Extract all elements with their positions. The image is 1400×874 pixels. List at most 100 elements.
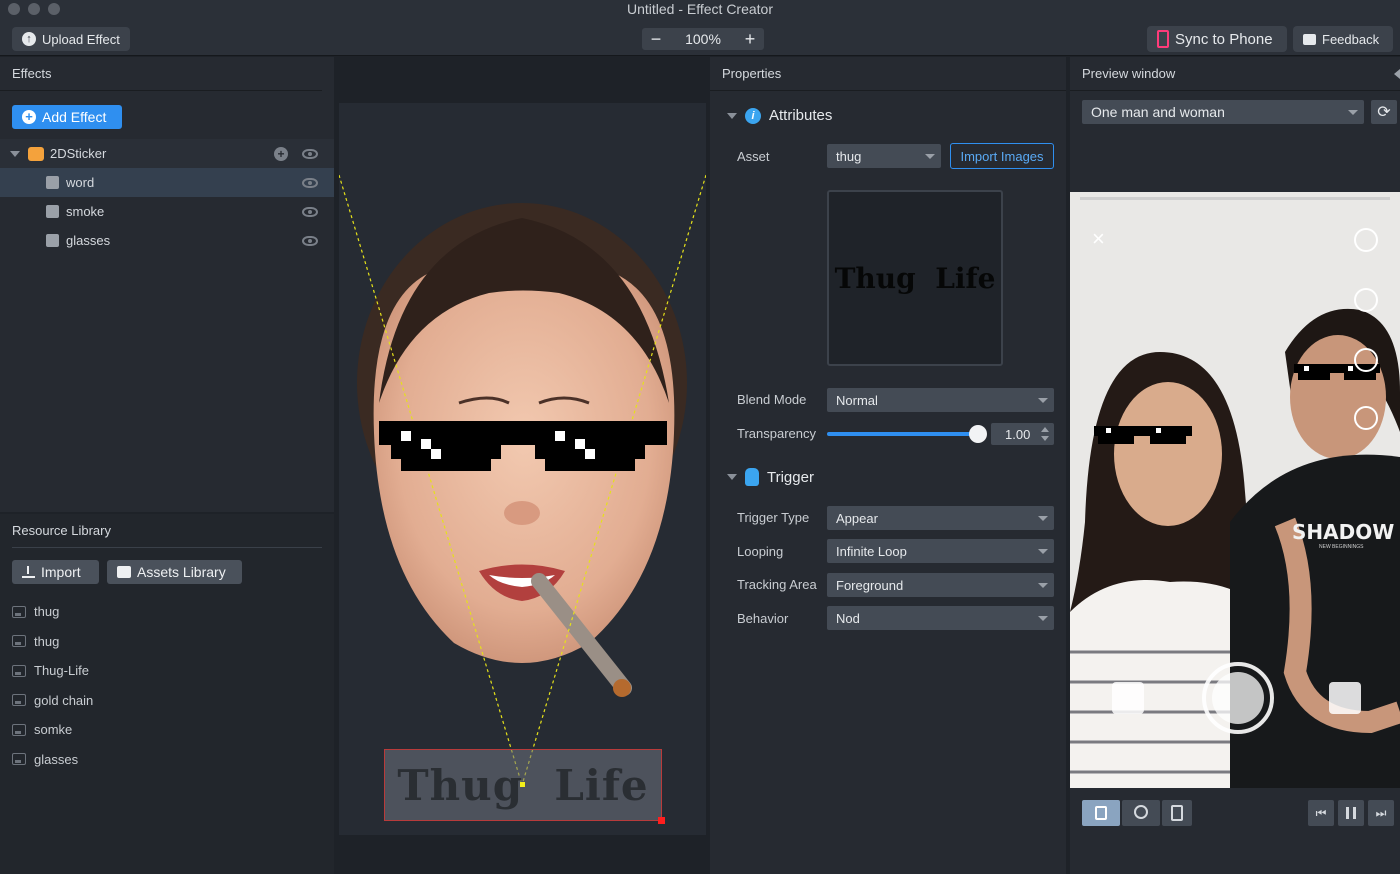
tree-item-word[interactable]: word xyxy=(0,168,334,197)
tracking-area-value: Foreground xyxy=(836,577,904,593)
effects-tree: 2DSticker + word smoke glasses xyxy=(0,139,334,255)
zoom-out-button[interactable]: − xyxy=(642,29,670,49)
asset-dropdown[interactable]: thug xyxy=(827,144,941,168)
import-button[interactable]: Import xyxy=(12,560,99,584)
sync-to-phone-button[interactable]: Sync to Phone xyxy=(1147,26,1287,52)
filter-icon[interactable] xyxy=(1354,348,1378,372)
add-effect-button[interactable]: + Add Effect xyxy=(12,105,122,129)
effects-gallery-button[interactable] xyxy=(1112,682,1144,714)
trigger-section-header[interactable]: Trigger xyxy=(727,468,814,486)
title-bar: Untitled - Effect Creator ↑ Upload Effec… xyxy=(0,0,1400,56)
transparency-slider-track[interactable] xyxy=(827,432,979,436)
tree-item-glasses[interactable]: glasses xyxy=(0,226,334,255)
attributes-title: Attributes xyxy=(769,107,833,124)
tracking-area-dropdown[interactable]: Foreground xyxy=(827,573,1054,597)
add-circle-icon[interactable]: + xyxy=(274,146,288,161)
zoom-value: 100% xyxy=(685,31,721,47)
resource-item-thug-life[interactable]: Thug-Life xyxy=(0,656,334,686)
increment-arrow-icon[interactable] xyxy=(1041,427,1049,432)
hand-pointer-icon xyxy=(745,468,759,486)
feedback-label: Feedback xyxy=(1322,31,1380,47)
collapse-arrow-icon[interactable] xyxy=(727,112,737,119)
image-icon xyxy=(12,753,26,766)
feedback-icon xyxy=(1303,33,1316,45)
zoom-control: − 100% + xyxy=(642,28,764,50)
skip-forward-icon[interactable]: ⏭ xyxy=(1368,800,1394,826)
zoom-in-button[interactable]: + xyxy=(736,29,764,49)
expand-arrow-icon[interactable] xyxy=(10,150,20,157)
trigger-type-value: Appear xyxy=(836,510,878,526)
tree-group-2dsticker[interactable]: 2DSticker + xyxy=(0,139,334,168)
timer-icon[interactable] xyxy=(1354,406,1378,430)
image-icon xyxy=(12,694,26,707)
tree-item-smoke[interactable]: smoke xyxy=(0,197,334,226)
import-images-button[interactable]: Import Images xyxy=(950,143,1054,169)
visibility-eye-icon[interactable] xyxy=(302,206,318,217)
upload-effect-button[interactable]: ↑ Upload Effect xyxy=(12,27,130,51)
visibility-eye-icon[interactable] xyxy=(302,235,318,246)
resource-label: Thug-Life xyxy=(34,663,89,679)
resource-library-title: Resource Library xyxy=(12,514,322,548)
assets-library-button[interactable]: Assets Library xyxy=(107,560,242,584)
refresh-icon[interactable]: ⟳ xyxy=(1371,100,1397,124)
attributes-section-header[interactable]: i Attributes xyxy=(727,107,832,124)
decrement-arrow-icon[interactable] xyxy=(1041,436,1049,441)
blend-mode-dropdown[interactable]: Normal xyxy=(827,388,1054,412)
transparency-stepper[interactable]: 1.00 xyxy=(991,423,1054,445)
camera-mode-button[interactable] xyxy=(1122,800,1160,826)
visibility-eye-icon[interactable] xyxy=(302,148,318,159)
resource-list: thug thug Thug-Life gold chain somke gla… xyxy=(0,597,334,774)
resource-item-thug[interactable]: thug xyxy=(0,597,334,627)
folder-icon xyxy=(117,566,131,578)
behavior-label: Behavior xyxy=(737,611,789,626)
transparency-label: Transparency xyxy=(737,426,816,441)
image-mode-button[interactable] xyxy=(1082,800,1120,826)
collapse-arrow-icon[interactable] xyxy=(727,474,737,480)
tracking-area-label: Tracking Area xyxy=(737,577,817,592)
phone-icon xyxy=(1171,805,1183,821)
beauty-icon[interactable] xyxy=(1354,228,1378,252)
shirt-print-subtext: NEW BEGINNINGS xyxy=(1319,544,1364,550)
resource-label: gold chain xyxy=(34,692,94,708)
properties-title: Properties xyxy=(710,57,1066,91)
face-template-image xyxy=(339,174,706,786)
resource-item-somke[interactable]: somke xyxy=(0,715,334,745)
transparency-value: 1.00 xyxy=(1005,426,1031,442)
phone-mode-button[interactable] xyxy=(1162,800,1192,826)
transparency-slider-thumb[interactable] xyxy=(969,425,987,443)
collapse-panel-icon[interactable] xyxy=(1394,69,1400,79)
skip-back-icon[interactable]: ⏮ xyxy=(1308,800,1334,826)
trigger-type-dropdown[interactable]: Appear xyxy=(827,506,1054,530)
feedback-button[interactable]: Feedback xyxy=(1293,26,1393,52)
visibility-eye-icon[interactable] xyxy=(302,177,318,188)
phone-preview: SHADOW NEW BEGINNINGS × xyxy=(1070,192,1400,788)
speed-icon[interactable] xyxy=(1354,288,1378,312)
trigger-title: Trigger xyxy=(767,468,814,486)
resize-handle[interactable] xyxy=(658,817,665,824)
looping-dropdown[interactable]: Infinite Loop xyxy=(827,539,1054,563)
preview-scene-dropdown[interactable]: One man and woman xyxy=(1082,100,1364,124)
record-button[interactable] xyxy=(1202,662,1274,734)
anchor-point[interactable] xyxy=(520,782,525,787)
behavior-dropdown[interactable]: Nod xyxy=(827,606,1054,630)
import-label: Import xyxy=(41,564,81,580)
image-icon xyxy=(12,664,26,677)
upload-media-button[interactable] xyxy=(1329,682,1361,714)
resource-item-gold-chain[interactable]: gold chain xyxy=(0,686,334,716)
pause-icon[interactable] xyxy=(1338,800,1364,826)
resource-item-thug-2[interactable]: thug xyxy=(0,627,334,657)
asset-value: thug xyxy=(836,148,862,164)
asset-preview: Thug Life xyxy=(827,190,1003,366)
editor-canvas[interactable]: Thug Life xyxy=(339,103,706,835)
upload-effect-label: Upload Effect xyxy=(42,31,120,47)
sync-label: Sync to Phone xyxy=(1175,30,1273,48)
resource-label: thug xyxy=(34,604,60,620)
close-icon[interactable]: × xyxy=(1092,228,1105,250)
resource-label: glasses xyxy=(34,751,79,767)
glasses-sticker[interactable] xyxy=(379,421,667,471)
resource-item-glasses[interactable]: glasses xyxy=(0,745,334,775)
tree-item-label: glasses xyxy=(66,233,111,248)
behavior-value: Nod xyxy=(836,610,860,626)
looping-value: Infinite Loop xyxy=(836,543,907,559)
tree-item-label: word xyxy=(66,175,95,190)
